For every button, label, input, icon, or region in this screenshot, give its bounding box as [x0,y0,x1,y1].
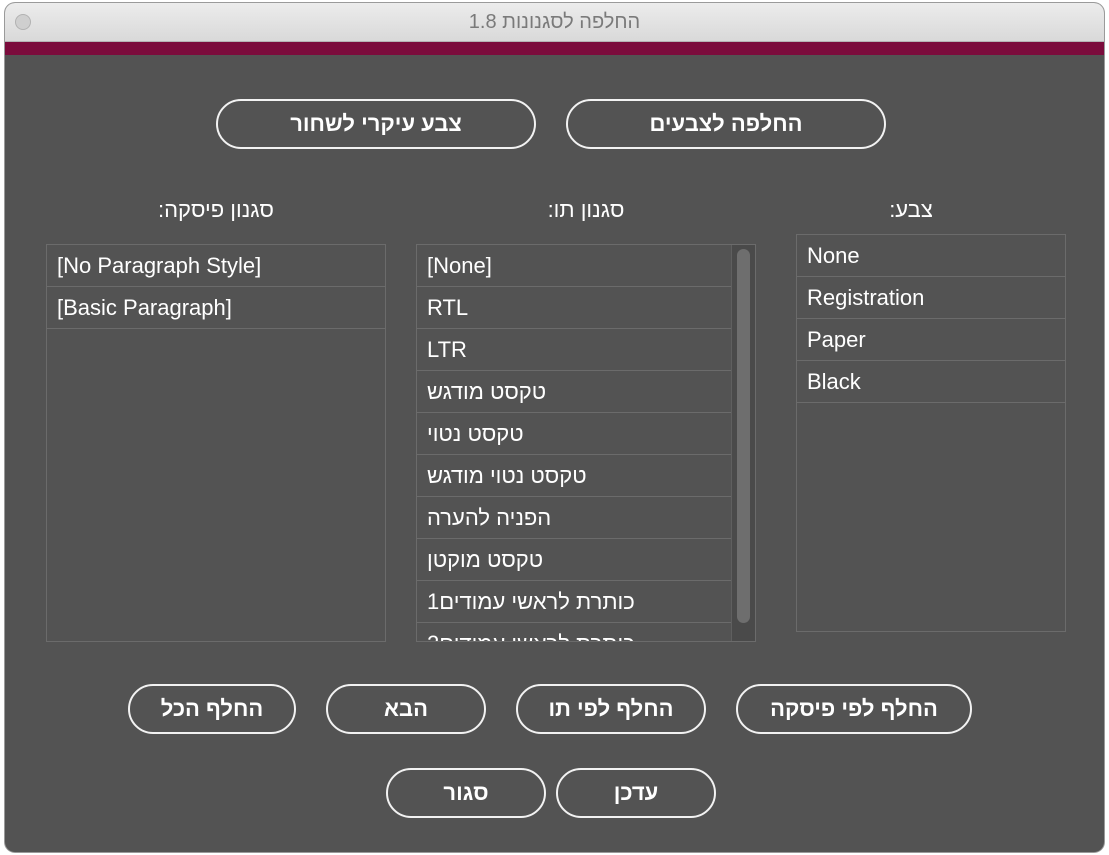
list-item[interactable]: טקסט נטוי מודגש [417,455,732,497]
scrollbar[interactable] [731,245,755,641]
replace-colors-button[interactable]: החלפה לצבעים [566,99,886,149]
replace-by-paragraph-button[interactable]: החלף לפי פיסקה [736,684,972,734]
scrollbar-thumb[interactable] [737,249,750,623]
list-item[interactable]: [No Paragraph Style] [47,245,385,287]
list-item[interactable]: None [797,235,1065,277]
list-item[interactable]: RTL [417,287,732,329]
next-button[interactable]: הבא [326,684,486,734]
list-item[interactable]: Black [797,361,1065,403]
paragraph-style-label: סגנון פיסקה: [158,197,274,222]
char-style-rows: [None] RTL LTR טקסט מודגש טקסט נטוי טקסט… [417,245,732,641]
accent-bar [5,42,1104,55]
dialog-window: החלפה לסגנונות 1.8 החלפה לצבעים צבע עיקר… [5,3,1104,852]
list-item[interactable]: כותרת לראשי עמודים1 [417,581,732,623]
paragraph-style-list[interactable]: [No Paragraph Style] [Basic Paragraph] [46,244,386,642]
update-button[interactable]: עדכן [556,768,716,818]
char-style-label: סגנון תו: [547,197,625,222]
list-item[interactable]: LTR [417,329,732,371]
list-item[interactable]: הפניה להערה [417,497,732,539]
main-color-black-button[interactable]: צבע עיקרי לשחור [216,99,536,149]
color-label: צבע: [889,197,933,222]
list-item[interactable]: כותרת לראשי עמודים2 [417,623,732,641]
close-button[interactable]: סגור [386,768,546,818]
replace-by-char-button[interactable]: החלף לפי תו [516,684,706,734]
replace-all-button[interactable]: החלף הכל [128,684,296,734]
list-item[interactable]: Paper [797,319,1065,361]
list-item[interactable]: [Basic Paragraph] [47,287,385,329]
title-bar: החלפה לסגנונות 1.8 [5,3,1104,42]
list-item[interactable]: Registration [797,277,1065,319]
list-item[interactable]: טקסט מודגש [417,371,732,413]
char-style-list[interactable]: [None] RTL LTR טקסט מודגש טקסט נטוי טקסט… [416,244,756,642]
color-list[interactable]: None Registration Paper Black [796,234,1066,632]
list-item[interactable]: טקסט נטוי [417,413,732,455]
list-item[interactable]: טקסט מוקטן [417,539,732,581]
window-title: החלפה לסגנונות 1.8 [468,11,641,33]
list-item[interactable]: [None] [417,245,732,287]
